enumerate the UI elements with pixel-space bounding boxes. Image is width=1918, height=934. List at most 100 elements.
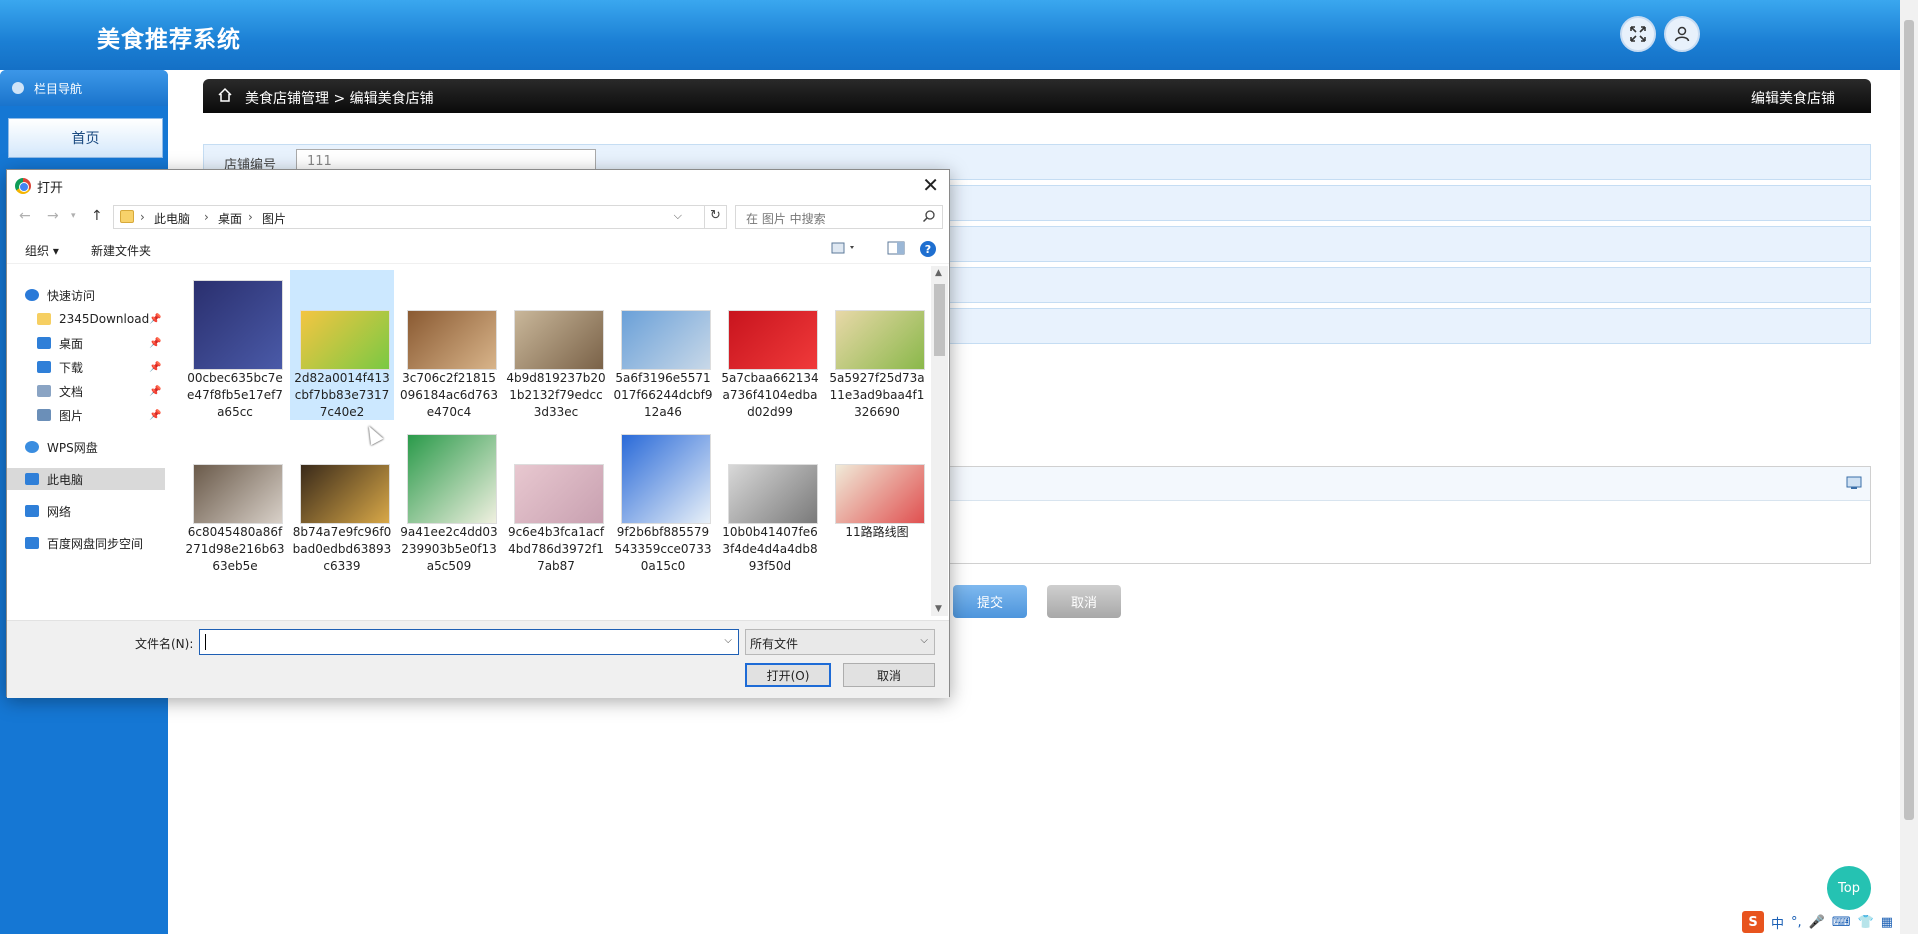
file-item[interactable]: 3c706c2f21815096184ac6d763e470c4 [397,270,501,420]
view-options-icon[interactable] [831,241,859,255]
file-item[interactable] [504,578,608,616]
sidebar-item-home[interactable]: 首页 [8,118,163,158]
scrollbar-thumb[interactable] [934,284,945,356]
breadcrumb-segment[interactable]: 图片 [262,210,286,227]
file-list: 00cbec635bc7ee47f8fb5e17ef7a65cc 2d82a001… [171,266,931,616]
chevron-down-icon[interactable]: ⌵ [674,209,682,223]
file-item[interactable]: 5a6f3196e5571017f66244dcbf912a46 [611,270,715,420]
rich-text-editor[interactable] [938,466,1871,564]
nav-item[interactable]: 快速访问 [7,284,165,306]
address-bar[interactable]: › 此电脑 › 桌面 › 图片 ⌵ [113,205,705,229]
pin-icon: 📌 [149,361,162,373]
file-item[interactable]: 9a41ee2c4dd03239903b5e0f13a5c509 [397,424,501,574]
breadcrumb-segment[interactable]: 桌面 [218,210,242,227]
keyboard-icon[interactable]: ⌨ [1832,915,1851,930]
search-icon[interactable] [922,209,936,223]
nav-item-label: 百度网盘同步空间 [47,536,144,551]
document-icon [37,385,51,397]
nav-item[interactable]: 文档 📌 [7,380,165,402]
refresh-icon[interactable]: ↻ [705,205,727,229]
chevron-down-icon[interactable]: ⌵ [724,635,732,646]
submit-button[interactable]: 提交 [953,585,1027,618]
file-item[interactable] [611,578,715,616]
scroll-up-icon[interactable]: ▲ [935,268,942,278]
user-button[interactable] [1664,16,1700,52]
chrome-icon [15,178,31,194]
nav-item[interactable]: 2345Download 📌 [7,308,165,330]
close-icon[interactable]: ✕ [922,173,939,197]
nav-item[interactable]: 下载 📌 [7,356,165,378]
file-item[interactable] [290,578,394,616]
forward-arrow-icon[interactable]: → [47,208,59,224]
image-thumbnail [514,310,604,370]
chevron-right-icon[interactable]: › [140,210,145,224]
chevron-down-icon[interactable]: ⌵ [920,635,928,646]
file-item[interactable]: 6c8045480a86f271d98e216b6363eb5e [183,424,287,574]
help-icon[interactable]: ? [920,241,936,257]
folder-icon [37,313,51,325]
file-item[interactable] [183,578,287,616]
text-caret [205,634,206,650]
file-item[interactable] [825,578,929,616]
nav-item-label: 2345Download [59,312,150,326]
open-button[interactable]: 打开(O) [745,663,831,687]
file-name: 9f2b6bf885579543359cce07330a15c0 [614,525,712,573]
chevron-right-icon[interactable]: › [204,210,209,224]
file-item[interactable]: 8b74a7e9fc96f0bad0edbd63893c6339 [290,424,394,574]
nav-item[interactable]: 网络 [7,500,165,522]
up-arrow-icon[interactable]: ↑ [91,208,103,224]
file-item[interactable]: 5a5927f25d73a11e3ad9baa4f1326690 [825,270,929,420]
file-item[interactable]: 4b9d819237b201b2132f79edcc3d33ec [504,270,608,420]
filename-input[interactable]: ⌵ [199,629,739,655]
ime-toolbar[interactable]: S 中 °, 🎤 ⌨ 👕 ▦ [1742,910,1893,934]
file-item[interactable]: 11路路线图 [825,424,929,574]
back-to-top-button[interactable]: Top [1827,866,1871,910]
download-icon [37,361,51,373]
sogou-logo[interactable]: S [1742,911,1764,933]
nav-item[interactable]: 桌面 📌 [7,332,165,354]
cancel-button[interactable]: 取消 [1047,585,1121,618]
back-arrow-icon[interactable]: ← [19,208,31,224]
file-name: 5a5927f25d73a11e3ad9baa4f1326690 [829,371,925,419]
search-input[interactable]: 在 图片 中搜索 [735,205,943,229]
filetype-select[interactable]: 所有文件 ⌵ [745,629,935,655]
app-header: 美食推荐系统 [0,0,1900,70]
file-item[interactable]: 5a7cbaa662134a736f4104edbad02d99 [718,270,822,420]
file-item[interactable] [397,578,501,616]
nav-item[interactable]: 此电脑 [7,468,165,490]
home-icon[interactable] [217,87,233,103]
image-thumbnail [407,310,497,370]
pin-icon: 📌 [149,409,162,421]
punctuation-icon[interactable]: °, [1791,915,1802,930]
new-folder-button[interactable]: 新建文件夹 [91,242,151,259]
file-item[interactable]: 10b0b41407fe63f4de4d4a4db893f50d [718,424,822,574]
image-thumbnail [300,464,390,524]
ime-language[interactable]: 中 [1771,913,1784,932]
grid-icon[interactable]: ▦ [1881,915,1893,930]
file-item[interactable]: 9f2b6bf885579543359cce07330a15c0 [611,424,715,574]
file-item[interactable] [718,578,822,616]
source-code-icon[interactable] [1846,476,1862,490]
preview-pane-icon[interactable] [887,241,905,255]
breadcrumb-segment[interactable]: 此电脑 [154,210,190,227]
scroll-down-icon[interactable]: ▼ [935,604,942,614]
nav-item[interactable]: 图片 📌 [7,404,165,426]
recent-dropdown-icon[interactable]: ▾ [71,211,76,221]
pictures-icon [37,409,51,421]
fullscreen-button[interactable] [1620,16,1656,52]
file-item[interactable]: 2d82a0014f413cbf7bb83e73177c40e2 [290,270,394,420]
file-item[interactable]: 00cbec635bc7ee47f8fb5e17ef7a65cc [183,270,287,420]
microphone-icon[interactable]: 🎤 [1809,915,1825,930]
organize-button[interactable]: 组织 ▾ [25,242,59,259]
nav-item[interactable]: WPS网盘 [7,436,165,458]
page-scrollbar-thumb[interactable] [1904,20,1914,820]
dialog-cancel-button[interactable]: 取消 [843,663,935,687]
chevron-right-icon[interactable]: › [248,210,253,224]
skin-icon[interactable]: 👕 [1858,915,1874,930]
file-name: 5a6f3196e5571017f66244dcbf912a46 [613,371,713,419]
page-scrollbar[interactable] [1900,0,1918,934]
file-list-scrollbar[interactable]: ▲ ▼ [931,266,948,616]
nav-item[interactable]: 百度网盘同步空间 [7,532,165,554]
file-item[interactable]: 9c6e4b3fca1acf4bd786d3972f17ab87 [504,424,608,574]
star-icon [25,289,39,301]
